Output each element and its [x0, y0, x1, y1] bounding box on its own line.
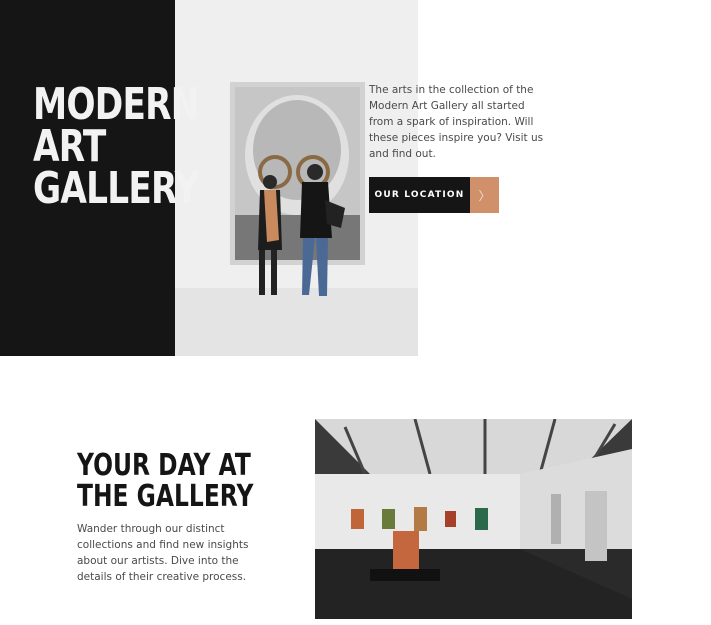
our-location-cta[interactable]: OUR LOCATION 〉: [369, 177, 499, 213]
hero-description: The arts in the collection of the Modern…: [369, 84, 544, 160]
our-location-button[interactable]: OUR LOCATION: [369, 177, 470, 213]
section-description: Wander through our distinct collections …: [77, 523, 249, 583]
hero-title: MODERN ART GALLERY: [33, 79, 200, 214]
section-title-your-day: YOUR DAY AT THE GALLERY: [77, 448, 254, 514]
gallery-interior-image: [315, 419, 632, 619]
chevron-right-icon[interactable]: 〉: [470, 177, 499, 213]
